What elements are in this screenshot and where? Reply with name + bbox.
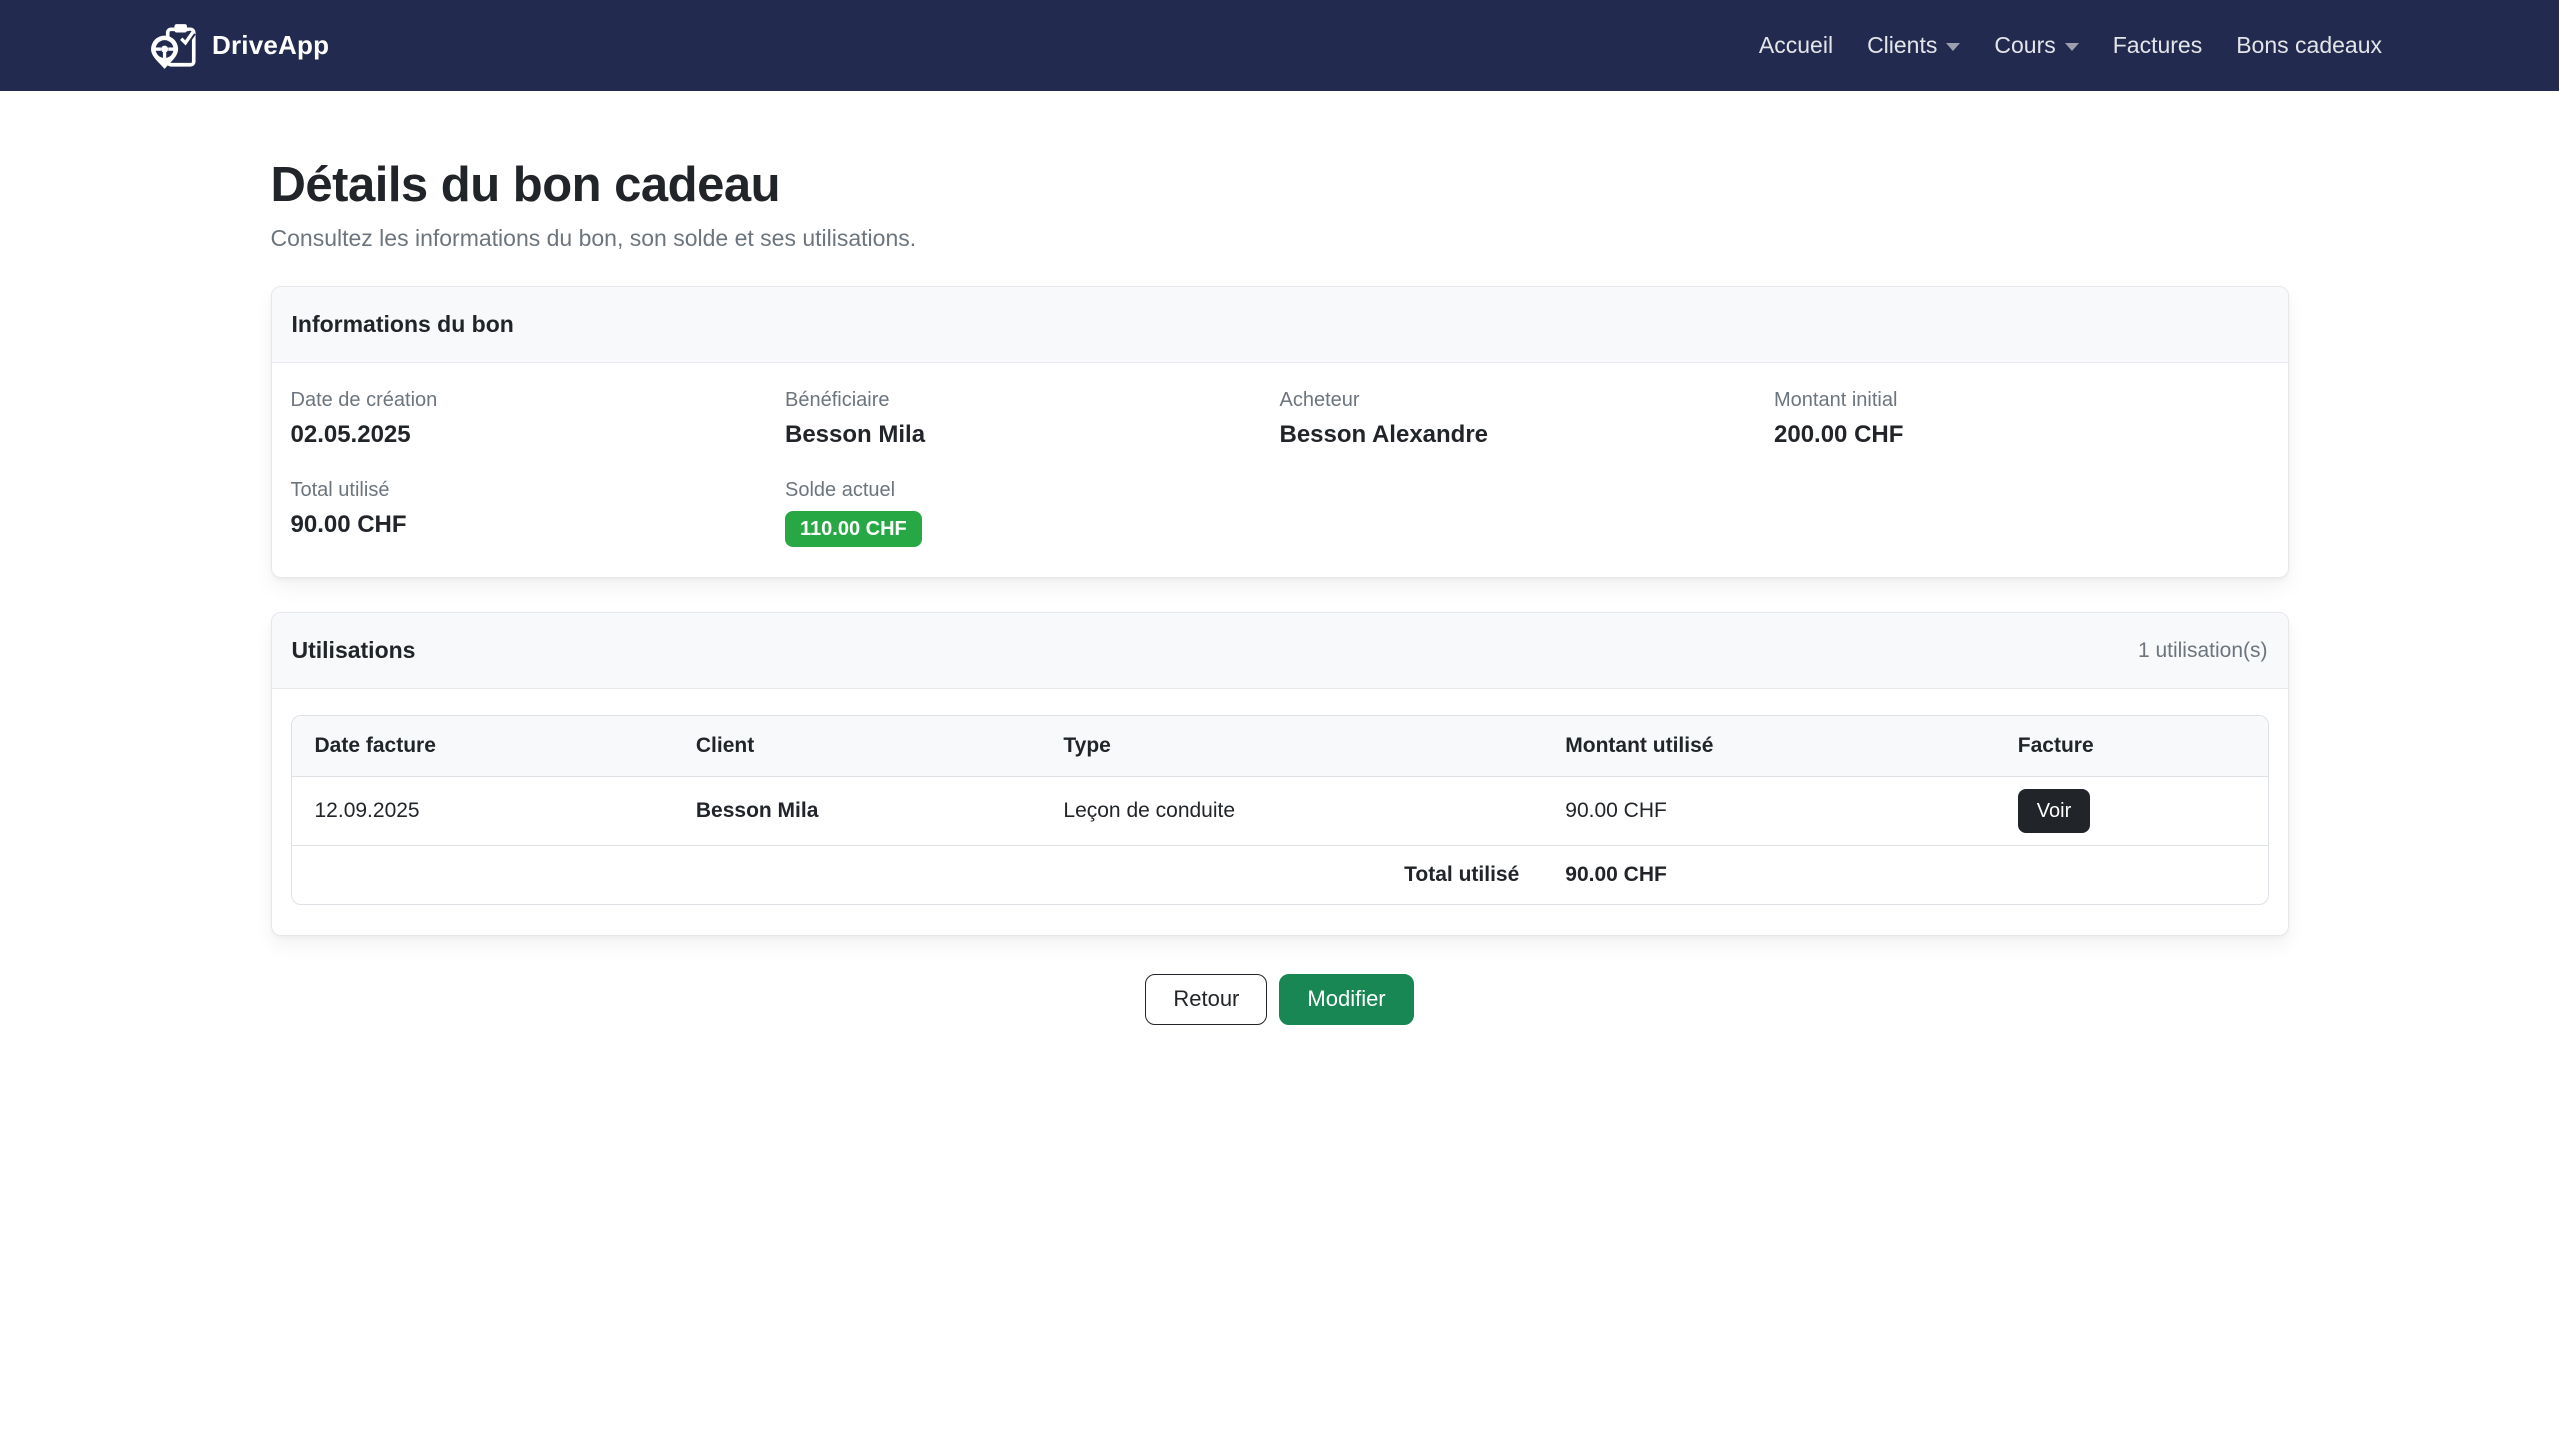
- retour-button[interactable]: Retour: [1145, 974, 1267, 1025]
- field-label: Date de création: [291, 389, 786, 412]
- nav-item-clients[interactable]: Clients: [1850, 22, 1977, 69]
- usages-count: 1 utilisation(s): [2138, 639, 2268, 663]
- field-beneficiaire: Bénéficiaire Besson Mila: [785, 389, 1280, 449]
- info-card-title: Informations du bon: [292, 311, 514, 338]
- field-label: Acheteur: [1280, 389, 1775, 412]
- nav-item-label: Factures: [2113, 32, 2202, 59]
- modifier-button[interactable]: Modifier: [1279, 974, 1413, 1025]
- chevron-down-icon: [1946, 43, 1960, 51]
- voir-invoice-button[interactable]: Voir: [2018, 789, 2090, 833]
- col-header-type: Type: [1040, 716, 1542, 777]
- cell-action: Voir: [1995, 777, 2268, 846]
- navbar: DriveApp Accueil Clients Cours Factures …: [0, 0, 2559, 91]
- info-card-body: Date de création 02.05.2025 Bénéficiaire…: [272, 363, 2288, 577]
- usages-card-title: Utilisations: [292, 637, 416, 664]
- field-value: Besson Alexandre: [1280, 421, 1775, 449]
- nav-item-label: Bons cadeaux: [2236, 32, 2382, 59]
- nav-item-label: Cours: [1994, 32, 2055, 59]
- field-date-creation: Date de création 02.05.2025: [291, 389, 786, 449]
- info-fields-grid: Date de création 02.05.2025 Bénéficiaire…: [291, 389, 2269, 547]
- info-card: Informations du bon Date de création 02.…: [271, 286, 2289, 578]
- usages-card: Utilisations 1 utilisation(s) Date factu…: [271, 612, 2289, 936]
- field-acheteur: Acheteur Besson Alexandre: [1280, 389, 1775, 449]
- field-value: 200.00 CHF: [1774, 421, 2269, 449]
- field-value: 90.00 CHF: [291, 511, 786, 539]
- nav-item-cours[interactable]: Cours: [1977, 22, 2095, 69]
- field-label: Solde actuel: [785, 479, 1280, 502]
- total-value: 90.00 CHF: [1542, 846, 1995, 905]
- nav-item-label: Accueil: [1759, 32, 1833, 59]
- cell-date: 12.09.2025: [292, 777, 673, 846]
- brand-name: DriveApp: [212, 30, 329, 61]
- field-montant-initial: Montant initial 200.00 CHF: [1774, 389, 2269, 449]
- usages-card-body: Date facture Client Type Montant utilisé…: [272, 689, 2288, 935]
- page-title: Détails du bon cadeau: [271, 157, 2289, 213]
- field-label: Montant initial: [1774, 389, 2269, 412]
- field-label: Total utilisé: [291, 479, 786, 502]
- info-card-header: Informations du bon: [272, 287, 2288, 363]
- field-value: Besson Mila: [785, 421, 1280, 449]
- brand-link[interactable]: DriveApp: [150, 21, 329, 71]
- field-label: Bénéficiaire: [785, 389, 1280, 412]
- nav-item-bons-cadeaux[interactable]: Bons cadeaux: [2219, 22, 2399, 69]
- balance-badge: 110.00 CHF: [785, 511, 922, 547]
- col-header-client: Client: [673, 716, 1041, 777]
- col-header-date-facture: Date facture: [292, 716, 673, 777]
- field-total-utilise: Total utilisé 90.00 CHF: [291, 479, 786, 547]
- col-header-montant-utilise: Montant utilisé: [1542, 716, 1995, 777]
- main-content: Détails du bon cadeau Consultez les info…: [271, 157, 2289, 1105]
- table-footer-row: Total utilisé 90.00 CHF: [292, 846, 2268, 905]
- nav-links: Accueil Clients Cours Factures Bons cade…: [1742, 22, 2399, 69]
- driveapp-logo-icon: [150, 21, 200, 71]
- usages-card-header: Utilisations 1 utilisation(s): [272, 613, 2288, 689]
- cell-amount: 90.00 CHF: [1542, 777, 1995, 846]
- table-header-row: Date facture Client Type Montant utilisé…: [292, 716, 2268, 777]
- col-header-facture: Facture: [1995, 716, 2268, 777]
- page-subtitle: Consultez les informations du bon, son s…: [271, 225, 2289, 252]
- field-value: 02.05.2025: [291, 421, 786, 449]
- table-row: 12.09.2025 Besson Mila Leçon de conduite…: [292, 777, 2268, 846]
- field-solde-actuel: Solde actuel 110.00 CHF: [785, 479, 1280, 547]
- nav-item-accueil[interactable]: Accueil: [1742, 22, 1850, 69]
- total-label: Total utilisé: [292, 846, 1543, 905]
- chevron-down-icon: [2065, 43, 2079, 51]
- usages-table: Date facture Client Type Montant utilisé…: [291, 715, 2269, 905]
- page-actions: Retour Modifier: [271, 974, 2289, 1105]
- nav-item-label: Clients: [1867, 32, 1937, 59]
- cell-client: Besson Mila: [673, 777, 1041, 846]
- cell-type: Leçon de conduite: [1040, 777, 1542, 846]
- nav-item-factures[interactable]: Factures: [2096, 22, 2219, 69]
- empty-cell: [1995, 846, 2268, 905]
